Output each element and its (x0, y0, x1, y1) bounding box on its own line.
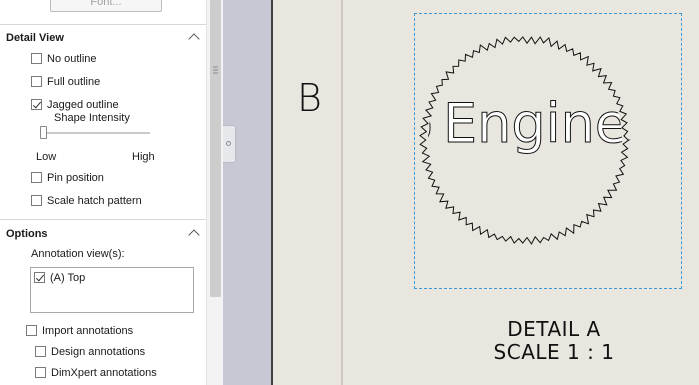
section-divider (0, 219, 206, 220)
sheet-zone-line (341, 0, 343, 385)
section-divider (0, 24, 206, 25)
options-title: Options (6, 228, 48, 240)
jagged-outline-checkbox[interactable] (31, 99, 42, 110)
jagged-outline-label: Jagged outline (47, 99, 119, 111)
detail-view-title: Detail View (6, 32, 64, 44)
shape-intensity-track[interactable] (40, 132, 150, 134)
pin-position-checkbox[interactable] (31, 172, 42, 183)
dimxpert-annotations-checkbox[interactable] (35, 367, 46, 378)
no-outline-checkbox[interactable] (31, 53, 42, 64)
annotation-view-label: (A) Top (50, 272, 86, 284)
detail-view-graphic[interactable]: Engine o (414, 13, 682, 289)
annotation-views-label: Annotation view(s): (31, 248, 125, 260)
scale-hatch-label: Scale hatch pattern (47, 195, 142, 207)
detail-view-caption: DETAIL A SCALE 1 : 1 (481, 318, 627, 364)
chevron-up-icon[interactable] (188, 33, 200, 45)
dimxpert-annotations-label: DimXpert annotations (51, 367, 157, 379)
detail-engraved-text: Engine (443, 92, 628, 155)
zone-label: B (297, 76, 322, 120)
grip-icon (213, 66, 218, 74)
import-annotations-label: Import annotations (42, 325, 134, 337)
pin-position-label: Pin position (47, 172, 104, 184)
scale-hatch-checkbox[interactable] (31, 195, 42, 206)
drawing-canvas[interactable]: B Engine o DETAIL A SCALE 1 : 1 (271, 0, 699, 385)
sheet-border-line (271, 0, 273, 385)
slider-low-label: Low (36, 151, 57, 163)
property-panel: Font... Detail View No outline Full outl… (0, 0, 206, 385)
collapse-icon (226, 141, 231, 146)
detail-view-header[interactable]: Detail View (0, 27, 206, 49)
panel-splitter[interactable] (223, 0, 271, 385)
font-button[interactable]: Font... (50, 0, 162, 12)
detail-caption-title: DETAIL A (507, 317, 601, 341)
scrollbar-thumb[interactable] (210, 0, 221, 297)
splitter-collapse-handle[interactable] (223, 125, 236, 163)
annotation-views-list[interactable]: (A) Top (30, 267, 194, 313)
no-outline-label: No outline (47, 53, 97, 65)
detail-caption-scale: SCALE 1 : 1 (493, 340, 615, 364)
full-outline-checkbox[interactable] (31, 76, 42, 87)
full-outline-label: Full outline (47, 76, 101, 88)
slider-high-label: High (132, 151, 155, 163)
panel-scrollbar[interactable] (206, 0, 224, 385)
design-annotations-label: Design annotations (51, 346, 146, 358)
import-annotations-checkbox[interactable] (26, 325, 37, 336)
design-annotations-checkbox[interactable] (35, 346, 46, 357)
chevron-up-icon[interactable] (188, 229, 200, 241)
shape-intensity-slider-thumb[interactable] (40, 126, 47, 139)
options-header[interactable]: Options (0, 223, 206, 245)
shape-intensity-label: Shape Intensity (54, 112, 130, 124)
annotation-view-checkbox[interactable] (34, 272, 45, 283)
